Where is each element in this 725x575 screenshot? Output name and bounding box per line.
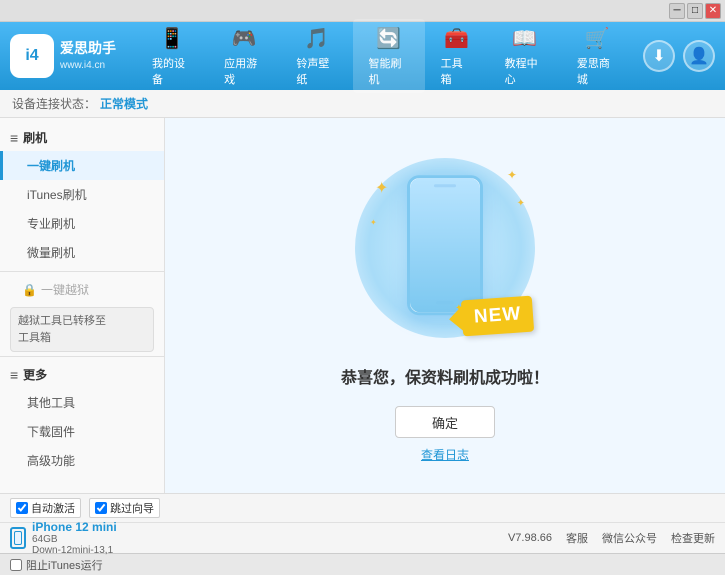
block-itunes-checkbox[interactable]: 阻止iTunes运行 xyxy=(10,557,103,573)
nav-tutorial[interactable]: 📖 教程中心 xyxy=(489,19,561,93)
sidebar-divider-2 xyxy=(0,356,164,357)
sidebar-notice: 越狱工具已转移至 工具箱 xyxy=(10,307,154,352)
sidebar-item-micro-flash[interactable]: 微量刷机 xyxy=(0,238,164,267)
bottom-right-links: V7.98.66 客服 微信公众号 检查更新 xyxy=(508,530,715,546)
download-button[interactable]: ⬇ xyxy=(643,40,675,72)
nav-apps-games[interactable]: 🎮 应用游戏 xyxy=(208,19,280,93)
nav-bar: 📱 我的设备 🎮 应用游戏 🎵 铃声壁纸 🔄 智能刷机 🧰 工具箱 📖 教程中心… xyxy=(136,19,633,93)
device-name: iPhone 12 mini xyxy=(32,520,117,534)
smart-flash-icon: 🔄 xyxy=(376,25,402,51)
bottom-section: 自动激活 跳过向导 iPhone 12 mini 64GB Down-12min… xyxy=(0,493,725,553)
sidebar-item-one-click-flash[interactable]: 一键刷机 xyxy=(0,151,164,180)
device-storage: 64GB xyxy=(32,534,117,545)
lock-icon: 🔒 xyxy=(22,283,37,297)
my-device-icon: 📱 xyxy=(159,25,185,51)
nav-right: ⬇ 👤 xyxy=(643,40,715,72)
nav-smart-flash[interactable]: 🔄 智能刷机 xyxy=(353,19,425,93)
maximize-button[interactable]: □ xyxy=(687,3,703,19)
logo-text: 爱思助手 www.i4.cn xyxy=(60,39,116,73)
close-button[interactable]: ✕ xyxy=(705,3,721,19)
nav-store[interactable]: 🛒 爱思商城 xyxy=(561,19,633,93)
status-bar: 设备连接状态： 正常模式 xyxy=(0,90,725,118)
phone-body xyxy=(407,175,483,315)
sidebar-section-flash: ≡ 刷机 xyxy=(0,124,164,151)
main-layout: ≡ 刷机 一键刷机 iTunes刷机 专业刷机 微量刷机 🔒 一键越狱 越狱工具… xyxy=(0,118,725,493)
ringtones-icon: 🎵 xyxy=(303,25,329,51)
bottom-top-row: 自动激活 跳过向导 xyxy=(0,494,725,523)
nav-toolbox[interactable]: 🧰 工具箱 xyxy=(425,19,489,93)
sidebar-item-itunes-flash[interactable]: iTunes刷机 xyxy=(0,180,164,209)
nav-ringtones[interactable]: 🎵 铃声壁纸 xyxy=(280,19,352,93)
sidebar-divider-1 xyxy=(0,271,164,272)
device-info: iPhone 12 mini 64GB Down-12mini-13,1 xyxy=(10,520,117,556)
flash-section-icon: ≡ xyxy=(10,130,18,146)
skip-wizard-checkbox[interactable]: 跳过向导 xyxy=(89,498,160,518)
logo[interactable]: i4 爱思助手 www.i4.cn xyxy=(10,34,116,78)
more-section-icon: ≡ xyxy=(10,367,18,383)
sparkle-icon: ✦ xyxy=(375,178,388,198)
view-log-link[interactable]: 查看日志 xyxy=(421,446,469,463)
content-area: ✦ ✦ ✦ ✦ NEW ✦ 恭喜您，保资料刷机成功啦！ 确定 查看日志 xyxy=(165,118,725,493)
success-message: 恭喜您，保资料刷机成功啦！ xyxy=(341,364,549,388)
status-value: 正常模式 xyxy=(100,95,148,112)
sidebar: ≡ 刷机 一键刷机 iTunes刷机 专业刷机 微量刷机 🔒 一键越狱 越狱工具… xyxy=(0,118,165,493)
sidebar-section-more: ≡ 更多 xyxy=(0,361,164,388)
wechat-link[interactable]: 微信公众号 xyxy=(602,530,657,546)
status-label: 设备连接状态： xyxy=(12,95,96,112)
sidebar-item-other-tools[interactable]: 其他工具 xyxy=(0,388,164,417)
check-update-link[interactable]: 检查更新 xyxy=(671,530,715,546)
sidebar-jailbreak-disabled: 🔒 一键越狱 xyxy=(0,276,164,303)
minimize-button[interactable]: ─ xyxy=(669,3,685,19)
auto-activate-checkbox[interactable]: 自动激活 xyxy=(10,498,81,518)
tutorial-icon: 📖 xyxy=(512,25,538,51)
sparkle-icon-2: ✦ xyxy=(507,168,517,182)
sidebar-item-pro-flash[interactable]: 专业刷机 xyxy=(0,209,164,238)
sidebar-item-download-firmware[interactable]: 下载固件 xyxy=(0,417,164,446)
version-label: V7.98.66 xyxy=(508,532,552,544)
device-model: Down-12mini-13,1 xyxy=(32,545,117,556)
toolbox-icon: 🧰 xyxy=(444,25,470,51)
confirm-button[interactable]: 确定 xyxy=(395,406,495,438)
logo-icon: i4 xyxy=(10,34,54,78)
bottom-bottom-row: iPhone 12 mini 64GB Down-12mini-13,1 V7.… xyxy=(0,523,725,553)
footer-bar: 阻止iTunes运行 xyxy=(0,553,725,575)
new-ribbon: NEW ✦ xyxy=(461,296,535,337)
header: i4 爱思助手 www.i4.cn 📱 我的设备 🎮 应用游戏 🎵 铃声壁纸 🔄… xyxy=(0,22,725,90)
store-icon: 🛒 xyxy=(584,25,610,51)
customer-service-link[interactable]: 客服 xyxy=(566,530,588,546)
user-button[interactable]: 👤 xyxy=(683,40,715,72)
sidebar-item-advanced[interactable]: 高级功能 xyxy=(0,446,164,475)
success-illustration: ✦ ✦ ✦ ✦ NEW ✦ xyxy=(355,148,535,348)
nav-my-device[interactable]: 📱 我的设备 xyxy=(136,19,208,93)
sparkle-icon-4: ✦ xyxy=(370,218,377,227)
apps-games-icon: 🎮 xyxy=(231,25,257,51)
device-phone-icon xyxy=(10,527,26,549)
sparkle-icon-3: ✦ xyxy=(517,198,525,209)
